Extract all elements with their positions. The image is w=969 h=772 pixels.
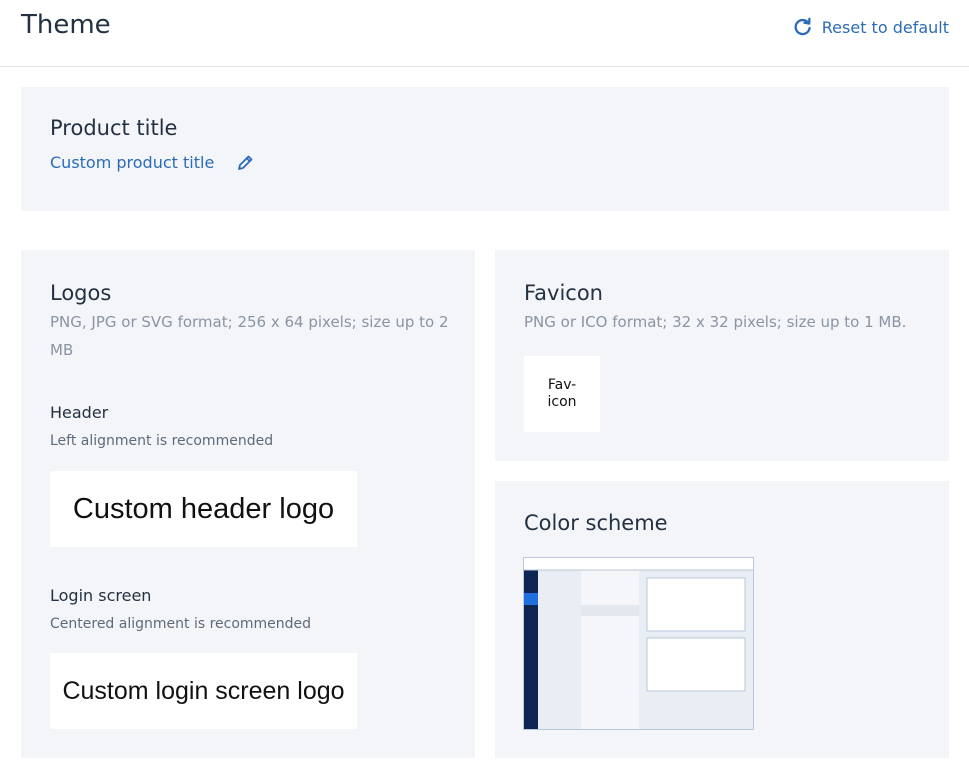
product-title-edit[interactable]: Custom product title (50, 153, 254, 172)
favicon-preview[interactable]: Fav- icon (524, 356, 600, 432)
favicon-card: Favicon PNG or ICO format; 32 x 32 pixel… (495, 250, 949, 461)
favicon-format-hint: PNG or ICO format; 32 x 32 pixels; size … (524, 313, 907, 331)
scheme-panel-2 (646, 637, 746, 692)
reset-label: Reset to default (821, 17, 949, 37)
scheme-panel-1 (646, 577, 746, 632)
login-logo-preview[interactable]: Custom login screen logo (50, 653, 357, 729)
login-logo-hint: Centered alignment is recommended (50, 616, 312, 632)
reset-icon (794, 17, 811, 36)
header-logo-hint: Left alignment is recommended (50, 433, 274, 449)
scheme-sidebar (538, 570, 581, 729)
login-logo-label: Login screen (50, 586, 152, 605)
favicon-heading: Favicon (524, 281, 603, 305)
page-header: Theme Reset to default (0, 0, 969, 67)
scheme-list (581, 570, 639, 729)
scheme-nav-accent (524, 593, 538, 605)
header-logo-label: Header (50, 403, 109, 422)
product-title-value[interactable]: Custom product title (50, 153, 214, 172)
color-scheme-card: Color scheme (495, 481, 949, 758)
favicon-text-line2: icon (547, 394, 577, 410)
product-title-card: Product title Custom product title (21, 87, 949, 211)
pencil-icon[interactable] (236, 154, 254, 172)
logos-format-hint: PNG, JPG or SVG format; 256 x 64 pixels;… (50, 313, 449, 359)
favicon-text-line1: Fav- (547, 377, 577, 393)
header-logo-text: Custom header logo (72, 492, 335, 525)
reset-to-default-button[interactable]: Reset to default (793, 17, 949, 37)
scheme-list-selected (581, 605, 639, 616)
header-logo-preview[interactable]: Custom header logo (50, 471, 357, 547)
login-logo-text: Custom login screen logo (62, 676, 345, 705)
color-scheme-heading: Color scheme (524, 511, 668, 535)
logos-card: Logos PNG, JPG or SVG format; 256 x 64 p… (21, 250, 475, 758)
product-title-heading: Product title (50, 116, 178, 140)
logos-heading: Logos (50, 281, 112, 305)
page-title: Theme (21, 10, 111, 40)
color-scheme-preview[interactable] (523, 557, 754, 730)
